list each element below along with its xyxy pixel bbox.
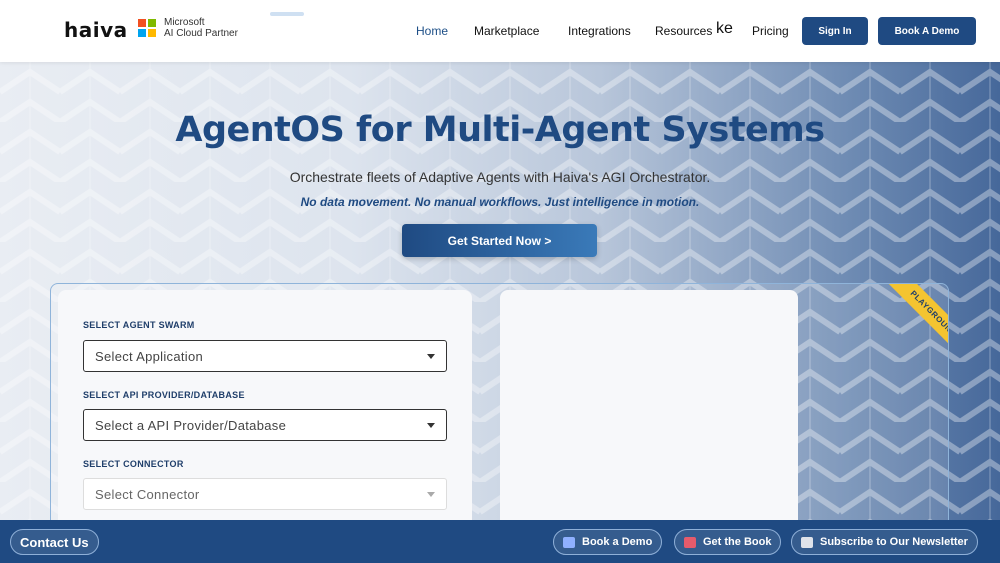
haiva-logo[interactable]: haiva — [64, 18, 128, 42]
nav-pricing[interactable]: Pricing — [752, 24, 789, 38]
hero-subtitle: Orchestrate fleets of Adaptive Agents wi… — [289, 169, 711, 185]
agent-swarm-select[interactable]: Select Application — [83, 340, 447, 372]
newsletter-pill[interactable]: Subscribe to Our Newsletter — [791, 529, 978, 555]
sign-in-button[interactable]: Sign In — [802, 17, 868, 45]
get-started-button[interactable]: Get Started Now > — [402, 224, 597, 257]
bottom-action-bar: Contact Us Book a Demo Get the Book Subs… — [0, 520, 1000, 563]
nav-home[interactable]: Home — [416, 24, 448, 38]
hero-section: AgentOS for Multi-Agent Systems Orchestr… — [0, 62, 1000, 520]
selector-card: SELECT AGENT SWARM Select Application SE… — [58, 290, 472, 520]
nav-integrations[interactable]: Integrations — [568, 24, 631, 38]
hero-title: AgentOS for Multi-Agent Systems — [175, 110, 825, 150]
nav-marketplace[interactable]: Marketplace — [474, 24, 539, 38]
book-icon — [684, 536, 696, 548]
partner-badge: Microsoft AI Cloud Partner — [164, 17, 238, 39]
calendar-icon — [563, 536, 575, 548]
connector-value: Select Connector — [95, 486, 200, 502]
output-card — [500, 290, 798, 520]
get-book-pill[interactable]: Get the Book — [674, 529, 782, 555]
api-provider-select[interactable]: Select a API Provider/Database — [83, 409, 447, 441]
connector-select[interactable]: Select Connector — [83, 478, 447, 510]
envelope-icon — [801, 536, 813, 548]
newsletter-label: Subscribe to Our Newsletter — [820, 536, 968, 548]
book-demo-pill[interactable]: Book a Demo — [553, 529, 663, 555]
decorative-mark — [270, 12, 304, 16]
contact-us-button[interactable]: Contact Us — [10, 529, 99, 555]
overlay-text: ke — [716, 20, 733, 37]
book-demo-button[interactable]: Book A Demo — [878, 17, 976, 45]
book-demo-label: Book a Demo — [582, 536, 653, 548]
caret-down-icon — [427, 492, 435, 497]
partner-line-2: AI Cloud Partner — [164, 28, 238, 39]
nav-resources[interactable]: Resources — [655, 24, 712, 38]
api-provider-label: SELECT API PROVIDER/DATABASE — [83, 390, 245, 400]
caret-down-icon — [427, 354, 435, 359]
caret-down-icon — [427, 423, 435, 428]
contact-us-label: Contact Us — [20, 534, 89, 550]
microsoft-logo-icon — [138, 19, 156, 37]
top-navbar: haiva Microsoft AI Cloud Partner Home Ma… — [0, 0, 1000, 62]
agent-swarm-value: Select Application — [95, 348, 204, 364]
agent-swarm-label: SELECT AGENT SWARM — [83, 320, 195, 330]
playground-panel: SELECT AGENT SWARM Select Application SE… — [50, 283, 949, 520]
api-provider-value: Select a API Provider/Database — [95, 417, 287, 433]
connector-label: SELECT CONNECTOR — [83, 459, 184, 469]
partner-line-1: Microsoft — [164, 17, 205, 28]
playground-ribbon: PLAYGROUND — [883, 284, 948, 364]
hero-tagline: No data movement. No manual workflows. J… — [300, 195, 700, 209]
get-book-label: Get the Book — [703, 536, 772, 548]
